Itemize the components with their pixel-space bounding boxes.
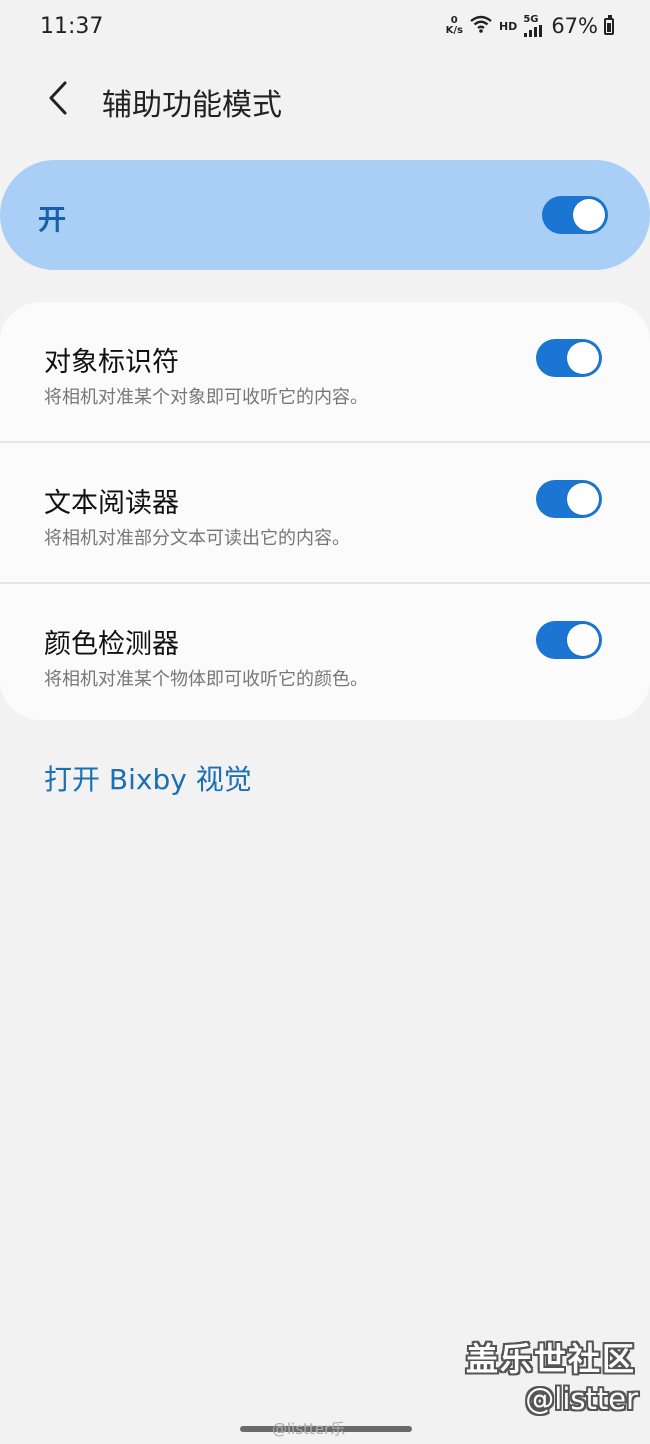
color-detector-toggle[interactable] bbox=[536, 621, 602, 659]
net-speed-unit: K/s bbox=[445, 25, 463, 36]
toggle-knob bbox=[567, 342, 599, 374]
status-icons: 0 K/s HD 5G 67% bbox=[446, 14, 614, 38]
watermark-brand: 盖乐世社区 bbox=[465, 1340, 636, 1378]
battery-text: 67% bbox=[551, 14, 598, 38]
app-header: 辅助功能模式 bbox=[0, 66, 650, 130]
toggle-knob bbox=[573, 199, 605, 231]
chevron-left-icon bbox=[49, 81, 67, 115]
status-bar: 11:37 0 K/s HD 5G 67% bbox=[0, 0, 650, 56]
list-item-color-detector[interactable]: 颜色检测器 将相机对准某个物体即可收听它的颜色。 bbox=[0, 584, 650, 720]
feature-list: 对象标识符 将相机对准某个对象即可收听它的内容。 文本阅读器 将相机对准部分文本… bbox=[0, 302, 650, 720]
item-description: 将相机对准某个对象即可收听它的内容。 bbox=[44, 387, 368, 408]
item-title: 颜色检测器 bbox=[44, 629, 179, 660]
toggle-knob bbox=[567, 624, 599, 656]
object-identifier-toggle[interactable] bbox=[536, 339, 602, 377]
net-speed: 0 K/s bbox=[446, 16, 463, 36]
battery-icon bbox=[604, 14, 614, 35]
item-description: 将相机对准某个物体即可收听它的颜色。 bbox=[44, 669, 368, 690]
network-type-label: 5G bbox=[523, 14, 539, 25]
weibo-watermark: @listter乐 bbox=[272, 1420, 346, 1438]
wifi-icon bbox=[469, 15, 493, 37]
item-description: 将相机对准部分文本可读出它的内容。 bbox=[44, 528, 350, 549]
battery-fill bbox=[607, 22, 611, 32]
list-item-text-reader[interactable]: 文本阅读器 将相机对准部分文本可读出它的内容。 bbox=[0, 443, 650, 584]
page-title: 辅助功能模式 bbox=[102, 88, 282, 123]
open-bixby-vision-link[interactable]: 打开 Bixby 视觉 bbox=[44, 758, 252, 798]
back-button[interactable] bbox=[36, 76, 80, 120]
hd-label: HD bbox=[498, 19, 518, 33]
item-title: 对象标识符 bbox=[44, 347, 179, 378]
status-time: 11:37 bbox=[40, 14, 104, 39]
master-switch-row[interactable]: 开 bbox=[0, 160, 650, 270]
signal-icon: 5G bbox=[523, 15, 543, 37]
watermark-handle: @listter bbox=[525, 1382, 638, 1416]
list-item-object-identifier[interactable]: 对象标识符 将相机对准某个对象即可收听它的内容。 bbox=[0, 302, 650, 443]
item-title: 文本阅读器 bbox=[44, 488, 179, 519]
master-toggle[interactable] bbox=[542, 196, 608, 234]
text-reader-toggle[interactable] bbox=[536, 480, 602, 518]
master-switch-label: 开 bbox=[38, 203, 67, 236]
toggle-knob bbox=[567, 483, 599, 515]
